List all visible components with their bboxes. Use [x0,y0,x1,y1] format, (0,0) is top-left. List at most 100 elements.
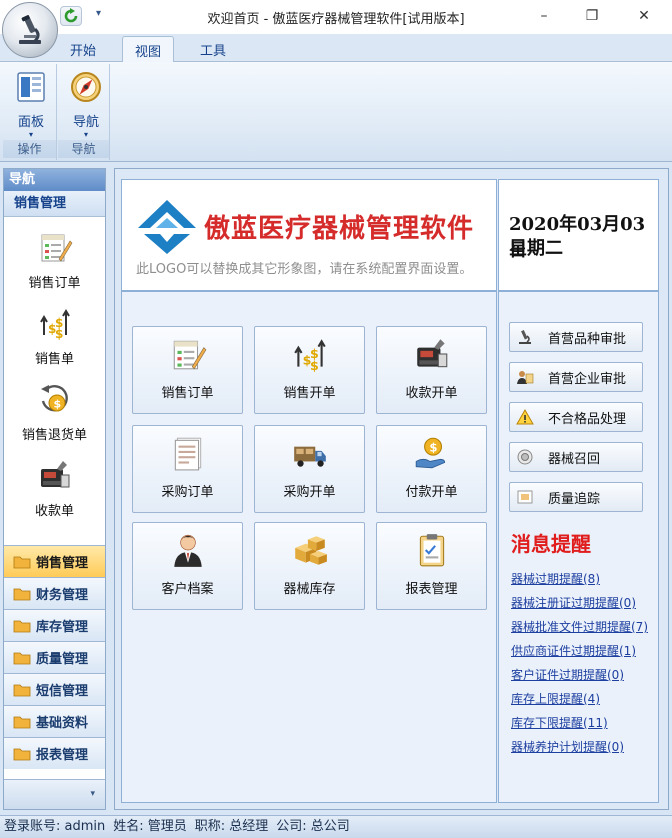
side-button-label: 首营企业审批 [548,371,627,387]
nav-category-inventory[interactable]: 库存管理 [4,609,105,641]
nonconforming-handling-button[interactable]: 不合格品处理 [509,402,643,432]
message-reminder-title: 消息提醒 [511,532,591,556]
clipboard-icon [419,534,444,567]
function-label: 付款开单 [405,485,458,500]
tracking-icon [516,488,534,506]
nav-header: 导航 [4,169,105,191]
navigation-button-label: 导航 [72,115,99,130]
application-menu-button[interactable] [2,2,58,58]
tab-view[interactable]: 视图 [122,36,175,63]
cash-register-icon [40,461,69,488]
device-recall-button[interactable]: 器械召回 [509,442,643,472]
nav-category-finance[interactable]: 财务管理 [4,577,105,609]
purchase-slip-button[interactable]: 采购开单 [254,425,365,513]
folder-icon [13,556,31,568]
sales-order-button[interactable]: 销售订单 [132,326,243,414]
nav-category-label: 报表管理 [36,748,89,763]
main-content: 傲蓝医疗器械管理软件 此LOGO可以替换成其它形象图，请在系统配置界面设置。 2… [114,168,669,810]
sales-slip-icon: $ $ $ [293,339,326,373]
user-card-icon [516,368,534,386]
nav-section-title: 销售管理 [4,191,105,217]
status-account: 登录账号: admin [4,819,106,834]
function-label: 销售订单 [161,386,214,401]
message-link[interactable]: 器械过期提醒(8) [511,570,600,587]
message-link[interactable]: 器械批准文件过期提醒(7) [511,618,648,635]
sales-slip-button[interactable]: $ $ $ 销售开单 [254,326,365,414]
folder-icon [13,588,31,600]
function-label: 采购订单 [161,485,214,500]
function-label: 器械库存 [283,582,336,597]
message-link[interactable]: 器械注册证过期提醒(0) [511,594,636,611]
ribbon-tab-bar: 开始 视图 工具 [0,34,672,63]
nav-item-label: 销售退货单 [21,428,87,443]
logo-hint-text: 此LOGO可以替换成其它形象图，请在系统配置界面设置。 [136,262,473,277]
function-panel: 销售订单 $ $ $ 销售开单 收款开单 采购订单 采购开单 $ 付款开单 客户… [121,291,497,803]
svg-text:$: $ [55,327,63,341]
maximize-button[interactable]: ❐ [578,4,606,28]
nav-overflow-button[interactable]: ▾ [4,779,105,809]
message-link[interactable]: 供应商证件过期提醒(1) [511,642,636,659]
chevron-down-icon: ▾ [28,130,33,139]
nav-category-label: 库存管理 [36,620,89,635]
folder-icon [13,684,31,696]
folder-icon [13,716,31,728]
nav-item-sales-slip[interactable]: $ $ $ 销售单 [4,301,105,375]
nav-item-receipt[interactable]: 收款单 [4,453,105,527]
navigation-button[interactable]: 导航 ▾ [64,68,108,140]
tab-start[interactable]: 开始 [70,40,96,59]
sales-order-icon [173,340,206,370]
nav-item-label: 收款单 [34,504,74,519]
minimize-button[interactable]: – [530,4,558,28]
message-link[interactable]: 库存下限提醒(11) [511,714,608,731]
boxes-icon [294,536,327,565]
nav-category-label: 质量管理 [36,652,89,667]
function-label: 报表管理 [405,582,458,597]
chevron-down-icon: ▾ [83,130,88,139]
nav-item-sales-return[interactable]: $ 销售退货单 [4,377,105,451]
ribbon-group-label: 操作 [3,140,56,158]
microscope-icon [516,328,534,346]
close-button[interactable]: ✕ [630,4,658,28]
first-enterprise-approval-button[interactable]: 首营企业审批 [509,362,643,392]
status-user-name: 姓名: 管理员 [113,819,187,834]
panel-button[interactable]: 面板 ▾ [9,68,53,140]
purchase-order-button[interactable]: 采购订单 [132,425,243,513]
sales-slip-icon: $ $ $ [39,309,70,341]
microscope-icon [19,14,41,44]
nav-category-sms[interactable]: 短信管理 [4,673,105,705]
folder-icon [13,620,31,632]
message-link[interactable]: 器械养护计划提醒(0) [511,738,624,755]
date-panel: 2020年03月03日 星期二 [498,179,659,291]
svg-text:$: $ [429,440,437,454]
brand-logo-icon [138,200,196,254]
receipt-slip-button[interactable]: 收款开单 [376,326,487,414]
nav-category-sales[interactable]: 销售管理 [4,545,105,577]
nav-category-label: 财务管理 [36,588,89,603]
folder-icon [13,652,31,664]
quality-tracking-button[interactable]: 质量追踪 [509,482,643,512]
nav-item-sales-order[interactable]: 销售订单 [4,225,105,299]
current-weekday: 星期二 [509,238,563,259]
status-company: 公司: 总公司 [276,819,350,834]
title-bar: ▾ 欢迎首页 - 傲蓝医疗器械管理软件[试用版本] – ❐ ✕ [0,0,672,58]
function-label: 收款开单 [405,386,458,401]
customer-file-button[interactable]: 客户档案 [132,522,243,610]
message-link[interactable]: 客户证件过期提醒(0) [511,666,624,683]
compass-icon [71,72,101,102]
payment-slip-button[interactable]: $ 付款开单 [376,425,487,513]
nav-category-reports[interactable]: 报表管理 [4,737,105,769]
nav-item-label: 销售单 [34,352,74,367]
message-link[interactable]: 库存上限提醒(4) [511,690,600,707]
tab-tools[interactable]: 工具 [200,40,226,59]
nav-category-quality[interactable]: 质量管理 [4,641,105,673]
device-inventory-button[interactable]: 器械库存 [254,522,365,610]
nav-category-basic-data[interactable]: 基础资料 [4,705,105,737]
svg-text:$: $ [53,398,61,411]
ribbon-panel: 面板 ▾ 操作 导航 ▾ 导航 [0,62,672,162]
panel-button-label: 面板 [17,115,44,130]
report-management-button[interactable]: 报表管理 [376,522,487,610]
ribbon-group-operation: 面板 ▾ 操作 [3,64,57,160]
sales-order-icon [41,234,72,262]
panel-icon [17,72,45,102]
first-product-approval-button[interactable]: 首营品种审批 [509,322,643,352]
